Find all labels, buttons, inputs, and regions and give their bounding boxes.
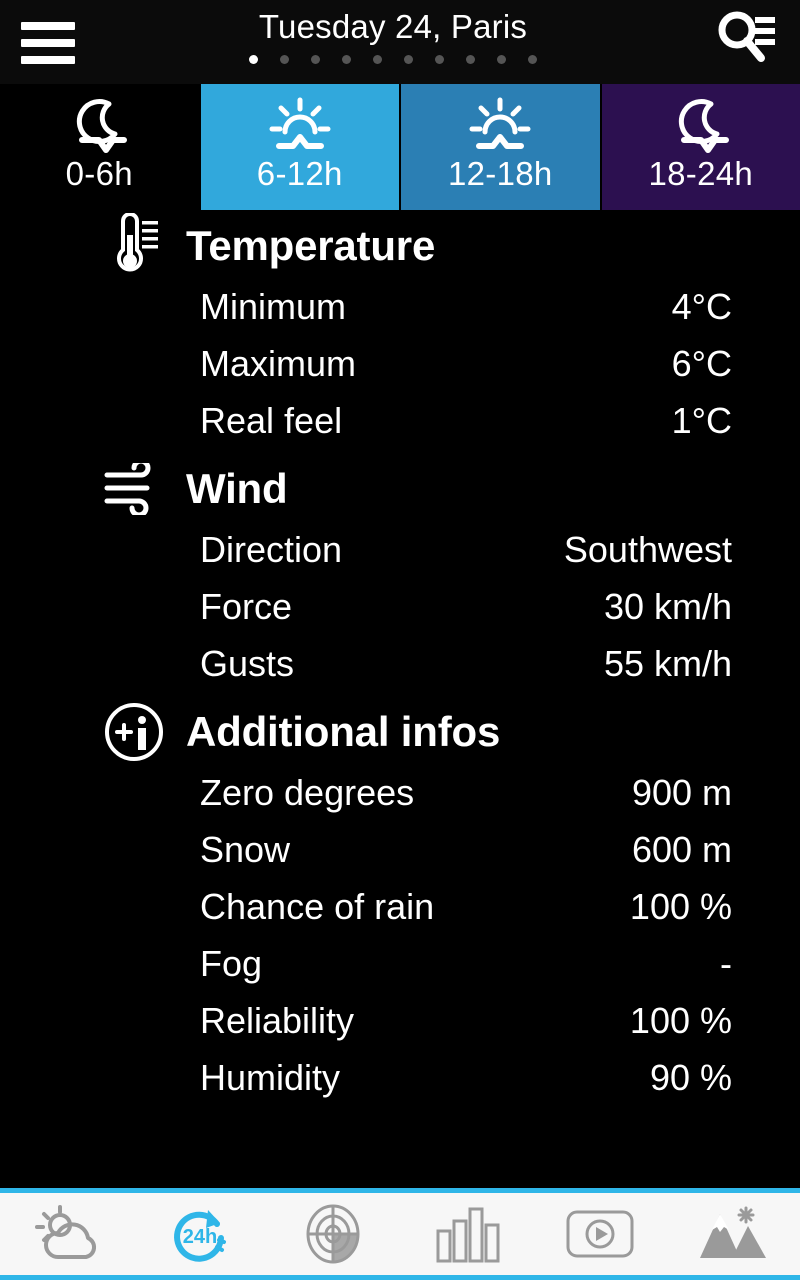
hamburger-bar	[21, 56, 75, 64]
section-header: Wind	[0, 453, 800, 525]
section-temperature: Temperature Minimum 4°C Maximum 6°C Real feel…	[0, 210, 800, 453]
sun-cloud-icon	[34, 1205, 100, 1263]
header-center: Tuesday 24, Paris	[96, 0, 690, 84]
app-header: Tuesday 24, Paris	[0, 0, 800, 84]
detail-value: 30 km/h	[603, 586, 732, 627]
detail-label: Force	[200, 586, 293, 627]
section-rows: Direction Southwest Force 30 km/h Gusts 55 km…	[0, 525, 800, 696]
section-additional-infos: Additional infos Zero degrees 900 m Snow 600…	[0, 696, 800, 1110]
search-list-icon[interactable]	[690, 0, 800, 84]
detail-value: 900 m	[631, 772, 732, 813]
section-title: Temperature	[186, 222, 436, 269]
toolbar-24h-forecast[interactable]: 24h	[133, 1193, 266, 1275]
detail-value: 600 m	[631, 829, 732, 870]
detail-row: Direction Southwest	[200, 525, 732, 582]
detail-value: 55 km/h	[603, 643, 732, 684]
detail-row: Gusts 55 km/h	[200, 639, 732, 696]
detail-label: Real feel	[200, 400, 343, 441]
detail-row: Chance of rain 100 %	[200, 882, 732, 939]
time-range-tabs[interactable]: 0-6h 6-12h 12-18h 18-24h	[0, 84, 800, 210]
info-plus-icon	[100, 701, 168, 763]
section-rows: Zero degrees 900 m Snow 600 m Chance of rain…	[0, 768, 800, 1110]
detail-value: -	[720, 943, 732, 984]
bar-chart-icon	[434, 1205, 500, 1263]
detail-row: Snow 600 m	[200, 825, 732, 882]
tab-18-24h[interactable]: 18-24h	[601, 84, 800, 210]
tab-12-18h[interactable]: 12-18h	[401, 84, 600, 210]
page-dot-7[interactable]	[466, 55, 475, 64]
page-dot-8[interactable]	[497, 55, 506, 64]
page-dot-6[interactable]	[435, 55, 444, 64]
detail-label: Chance of rain	[200, 886, 435, 927]
section-title: Additional infos	[186, 708, 501, 755]
bottom-toolbar[interactable]: 24h	[0, 1188, 800, 1280]
detail-row: Force 30 km/h	[200, 582, 732, 639]
detail-row: Minimum 4°C	[200, 282, 732, 339]
detail-label: Zero degrees	[200, 772, 415, 813]
page-title: Tuesday 24, Paris	[258, 8, 528, 45]
detail-row: Maximum 6°C	[200, 339, 732, 396]
detail-row: Reliability 100 %	[200, 996, 732, 1053]
detail-label: Gusts	[200, 643, 295, 684]
toolbar-mountain-snow[interactable]	[667, 1193, 800, 1275]
video-play-icon	[565, 1209, 635, 1259]
hamburger-menu-icon[interactable]	[0, 0, 96, 84]
page-indicator-dots[interactable]	[249, 55, 537, 64]
section-wind: Wind Direction Southwest Force 30 km/h Gusts 5…	[0, 453, 800, 696]
section-rows: Minimum 4°C Maximum 6°C Real feel 1°C	[0, 282, 800, 453]
detail-row: Real feel 1°C	[200, 396, 732, 453]
sun-day-icon	[469, 97, 531, 156]
detail-row: Fog -	[200, 939, 732, 996]
page-dot-0[interactable]	[249, 55, 258, 64]
detail-label: Snow	[200, 829, 291, 870]
mountain-snow-icon	[698, 1206, 768, 1262]
wind-icon	[100, 463, 168, 515]
tab-label: 18-24h	[648, 155, 754, 192]
toolbar-sun-cloud[interactable]	[0, 1193, 133, 1275]
detail-value: 100 %	[629, 1000, 732, 1041]
section-header: Temperature	[0, 210, 800, 282]
radar-icon	[302, 1204, 364, 1264]
weather-app-screen: Tuesday 24, Paris 0-6h 6-12h 12-18h 18-24h …	[0, 0, 800, 1280]
tab-label: 12-18h	[447, 155, 553, 192]
detail-value: Southwest	[563, 529, 732, 570]
detail-value: 100 %	[629, 886, 732, 927]
detail-label: Reliability	[200, 1000, 355, 1041]
detail-value: 4°C	[671, 286, 732, 327]
detail-row: Zero degrees 900 m	[200, 768, 732, 825]
page-dot-2[interactable]	[311, 55, 320, 64]
page-dot-5[interactable]	[404, 55, 413, 64]
tab-0-6h[interactable]: 0-6h	[0, 84, 199, 210]
moon-night-icon	[68, 98, 130, 156]
detail-label: Humidity	[200, 1057, 341, 1098]
24h-forecast-icon: 24h	[167, 1204, 233, 1264]
tab-label: 6-12h	[256, 155, 343, 192]
page-dot-4[interactable]	[373, 55, 382, 64]
forecast-detail-content: Temperature Minimum 4°C Maximum 6°C Real feel…	[0, 210, 800, 1188]
moon-night-icon	[670, 98, 732, 156]
detail-row: Humidity 90 %	[200, 1053, 732, 1110]
svg-text:24h: 24h	[183, 1226, 217, 1248]
detail-value: 90 %	[649, 1057, 732, 1098]
hamburger-bar	[21, 39, 75, 47]
tab-6-12h[interactable]: 6-12h	[200, 84, 399, 210]
sun-day-icon	[269, 97, 331, 156]
page-dot-1[interactable]	[280, 55, 289, 64]
thermometer-icon	[100, 213, 168, 279]
detail-value: 6°C	[671, 343, 732, 384]
toolbar-radar[interactable]	[267, 1193, 400, 1275]
hamburger-bar	[21, 22, 75, 30]
tab-label: 0-6h	[65, 155, 133, 192]
detail-label: Fog	[200, 943, 263, 984]
detail-label: Minimum	[200, 286, 347, 327]
section-header: Additional infos	[0, 696, 800, 768]
toolbar-video-play[interactable]	[533, 1193, 666, 1275]
detail-label: Maximum	[200, 343, 357, 384]
section-title: Wind	[186, 465, 288, 512]
page-dot-9[interactable]	[528, 55, 537, 64]
page-dot-3[interactable]	[342, 55, 351, 64]
detail-value: 1°C	[671, 400, 732, 441]
detail-label: Direction	[200, 529, 343, 570]
toolbar-bar-chart[interactable]	[400, 1193, 533, 1275]
